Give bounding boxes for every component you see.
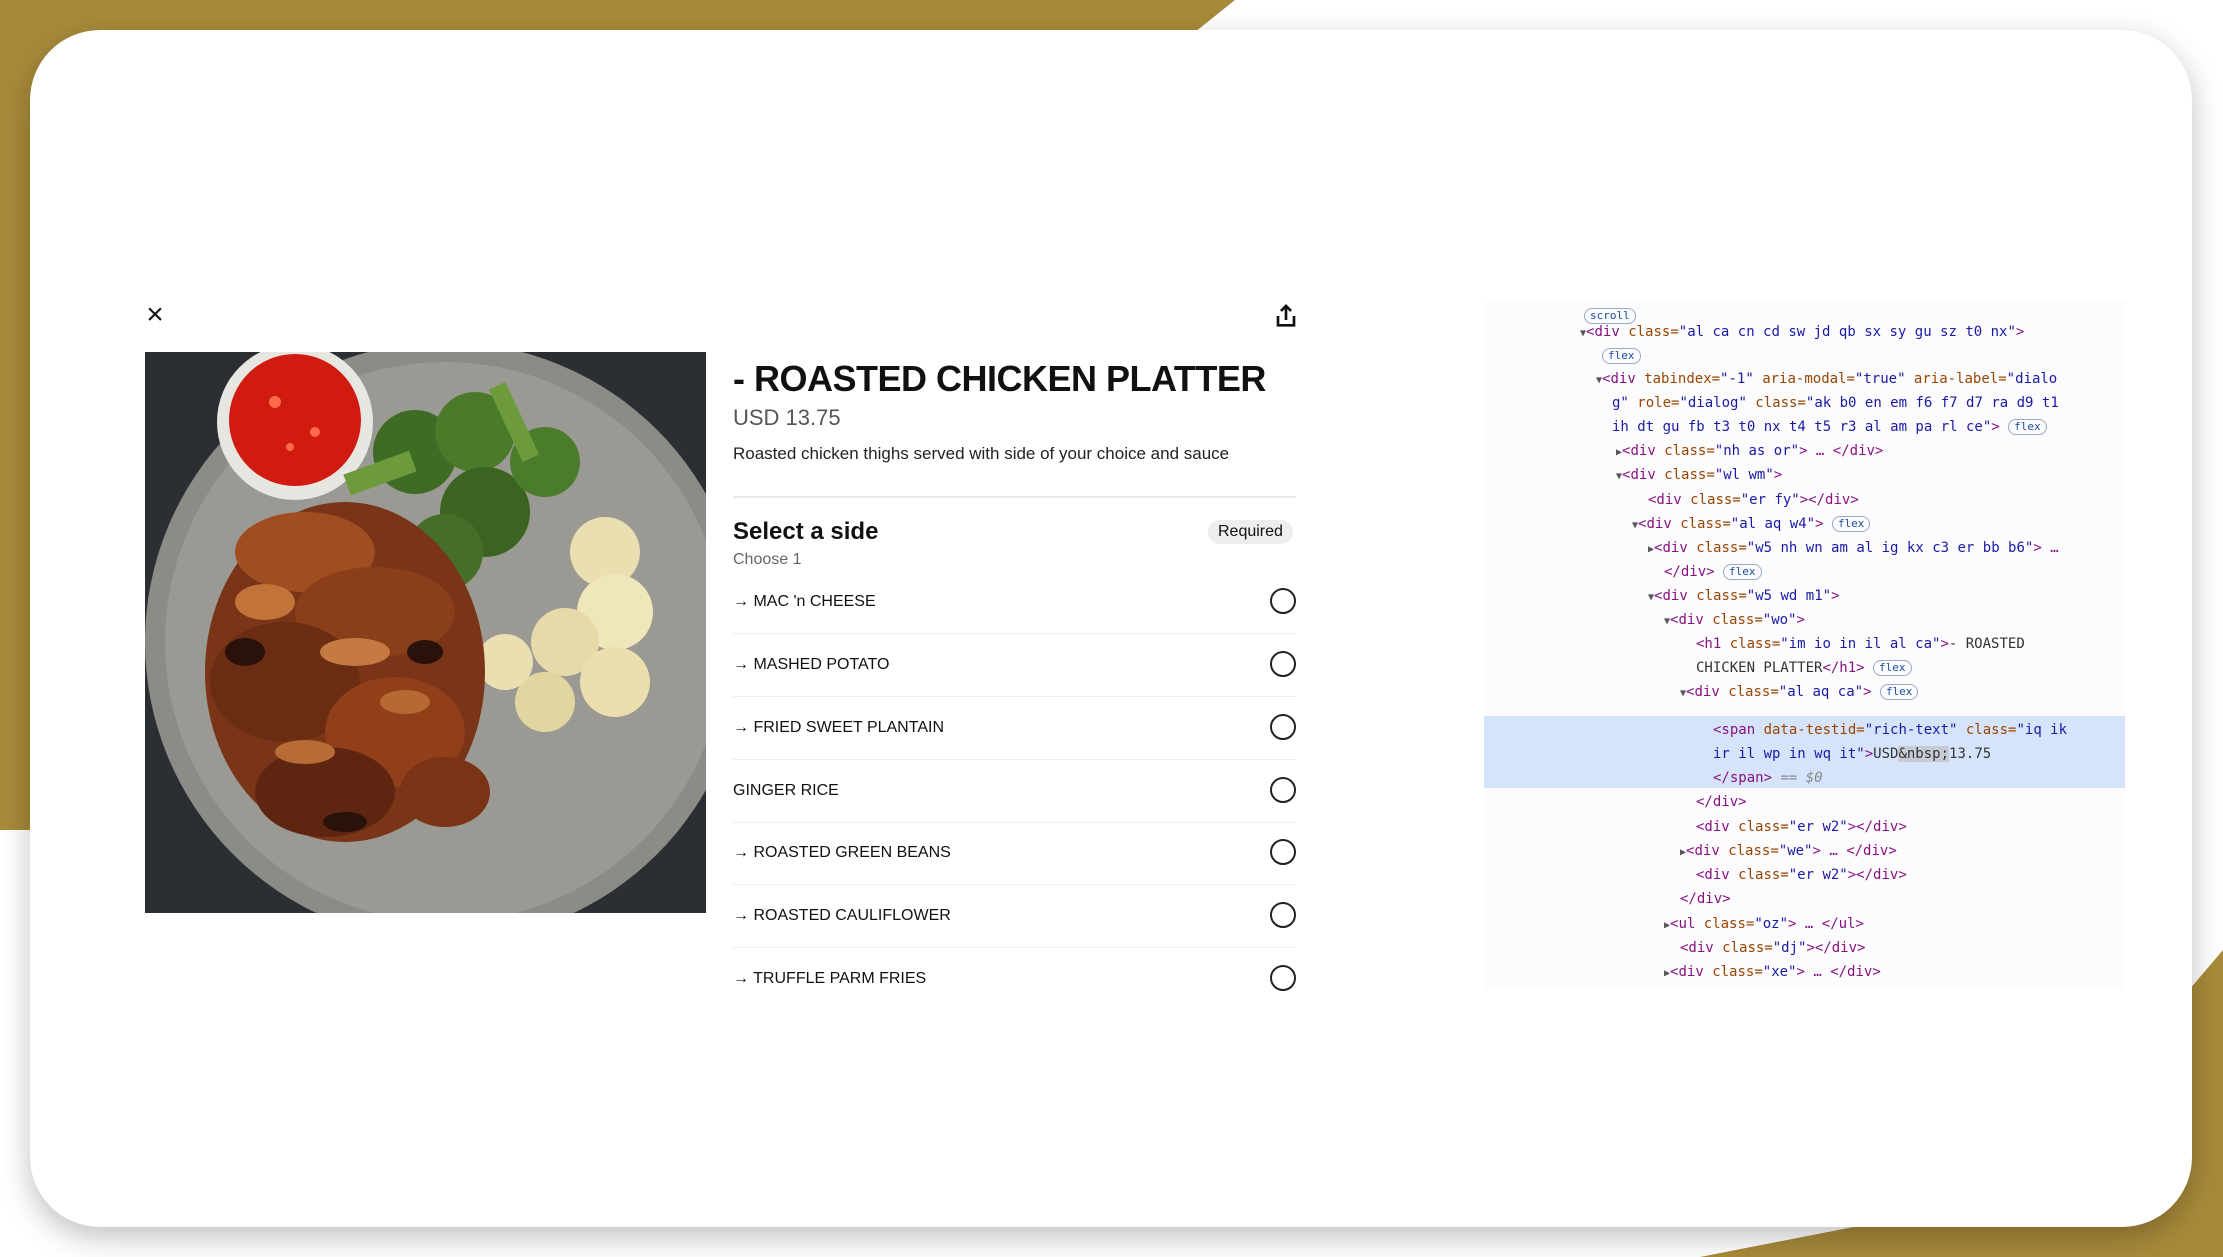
side-option-label: → ROASTED CAULIFLOWER: [733, 907, 951, 924]
select-side-heading: Select a side: [733, 518, 879, 545]
item-description: Roasted chicken thighs served with side …: [733, 444, 1230, 463]
devtools-elements-panel: scroll ▼<div class="al ca cn cd sw jd qb…: [1484, 300, 2125, 990]
dom-node[interactable]: ▶<div class="xe"> … </div>: [1664, 960, 1881, 984]
close-icon[interactable]: ×: [140, 300, 170, 330]
dom-node[interactable]: ▶<div class="nh as or"> … </div>: [1616, 439, 1883, 463]
side-option[interactable]: → ROASTED GREEN BEANS: [733, 823, 1296, 885]
side-option[interactable]: → TRUFFLE PARM FRIES: [733, 949, 1296, 1011]
side-option-label: → TRUFFLE PARM FRIES: [733, 970, 927, 987]
dom-node[interactable]: ▼<div class="al aq w4"> flex: [1632, 512, 1871, 536]
roasted-chicken-platter-image: [145, 352, 706, 913]
dom-node[interactable]: ▼<div class="al aq ca"> flex: [1680, 680, 1919, 704]
side-option-label: → MASHED POTATO: [733, 656, 890, 673]
dom-node[interactable]: ▼<div class="wo">: [1664, 608, 1805, 632]
radio-button[interactable]: [1270, 902, 1296, 928]
share-icon[interactable]: [1270, 300, 1302, 332]
option-divider: [733, 884, 1296, 885]
radio-button[interactable]: [1270, 714, 1296, 740]
dom-node[interactable]: ▼<div class="wl wm">: [1616, 463, 1782, 487]
option-divider: [733, 759, 1296, 760]
side-option-label: → MAC 'n CHEESE: [733, 593, 876, 610]
flex-badge[interactable]: flex: [2008, 419, 2047, 435]
radio-button[interactable]: [1270, 839, 1296, 865]
flex-badge[interactable]: flex: [1602, 348, 1641, 364]
radio-button[interactable]: [1270, 588, 1296, 614]
dom-node[interactable]: <div class="dj"></div>: [1680, 936, 1865, 960]
side-option-label: GINGER RICE: [733, 782, 839, 799]
dom-node[interactable]: <div class="er w2"></div>: [1696, 863, 1907, 887]
dom-node[interactable]: <div class="er fy"></div>: [1648, 488, 1859, 512]
select-side-subtitle: Choose 1: [733, 551, 802, 568]
dom-node[interactable]: ▶<ul class="oz"> … </ul>: [1664, 912, 1864, 936]
flex-badge[interactable]: flex: [1831, 516, 1871, 532]
side-option[interactable]: → MAC 'n CHEESE: [733, 572, 1296, 634]
side-option[interactable]: → FRIED SWEET PLANTAIN: [733, 698, 1296, 760]
dom-node[interactable]: ▶<div class="we"> … </div>: [1680, 839, 1897, 863]
flex-badge[interactable]: flex: [1873, 660, 1912, 676]
item-price: USD 13.75: [733, 405, 841, 430]
dom-node[interactable]: ▶<div class="w5 nh wn am al ig kx c3 er …: [1648, 536, 2059, 560]
radio-button[interactable]: [1270, 965, 1296, 991]
option-divider: [733, 633, 1296, 634]
dom-node[interactable]: <div class="er w2"></div>: [1696, 815, 1907, 839]
dom-node[interactable]: <h1 class="im io in il al ca">- ROASTED: [1696, 632, 2025, 656]
side-option-label: → FRIED SWEET PLANTAIN: [733, 719, 944, 736]
required-badge: Required: [1208, 520, 1293, 544]
dom-node[interactable]: ▼<div class="w5 wd m1">: [1648, 584, 1840, 608]
side-option[interactable]: GINGER RICE: [733, 761, 1296, 823]
dom-node[interactable]: ▼<div class="al ca cn cd sw jd qb sx sy …: [1580, 320, 2024, 344]
option-divider: [733, 696, 1296, 697]
item-title: - ROASTED CHICKEN PLATTER: [733, 358, 1266, 399]
dom-node[interactable]: ▼<div tabindex="-1" aria-modal="true" ar…: [1596, 367, 2057, 391]
divider: [733, 496, 1296, 498]
flex-badge[interactable]: flex: [1879, 684, 1919, 700]
flex-badge[interactable]: flex: [1723, 564, 1762, 580]
option-divider: [733, 947, 1296, 948]
radio-button[interactable]: [1270, 777, 1296, 803]
side-option-label: → ROASTED GREEN BEANS: [733, 844, 951, 861]
side-option[interactable]: → MASHED POTATO: [733, 635, 1296, 697]
selected-dom-node[interactable]: <span data-testid="rich-text" class="iq …: [1713, 718, 2067, 742]
radio-button[interactable]: [1270, 651, 1296, 677]
side-option[interactable]: → ROASTED CAULIFLOWER: [733, 886, 1296, 948]
